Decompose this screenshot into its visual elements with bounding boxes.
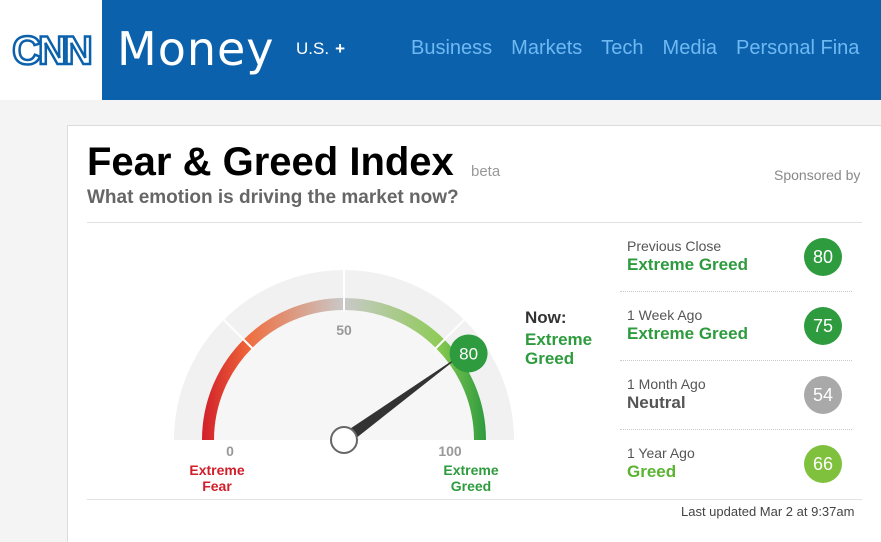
- cnn-logo: CNN: [11, 28, 94, 72]
- edition-selector[interactable]: U.S. +: [296, 39, 345, 59]
- history-sentiment: Extreme Greed: [627, 255, 748, 274]
- divider: [87, 499, 862, 500]
- fear-greed-gauge: 050100ExtremeFearExtremeGreed80: [174, 270, 514, 494]
- page-title: Fear & Greed Index: [87, 140, 454, 184]
- brand-money[interactable]: Money: [117, 22, 275, 76]
- caption-extreme-fear-1: Extreme: [189, 462, 244, 478]
- history-sentiment: Neutral: [627, 393, 686, 412]
- svg-text:CNN: CNN: [12, 29, 91, 72]
- site-header: CNN Money U.S. + Business Markets Tech Me…: [0, 0, 881, 100]
- history-label: 1 Week Ago: [627, 307, 703, 323]
- main-nav: Business Markets Tech Media Personal Fin…: [411, 36, 878, 60]
- tick-label-100: 100: [438, 443, 462, 459]
- nav-media[interactable]: Media: [663, 36, 717, 60]
- history-row: 1 Week Ago Extreme Greed 75: [620, 292, 852, 361]
- history-row: 1 Month Ago Neutral 54: [620, 361, 852, 430]
- history-label: 1 Month Ago: [627, 376, 706, 392]
- history-value-badge: 54: [804, 376, 842, 414]
- caption-extreme-greed-2: Greed: [451, 478, 491, 494]
- edition-plus-icon: +: [335, 39, 345, 58]
- last-updated: Last updated Mar 2 at 9:37am: [681, 504, 855, 519]
- history-sentiment: Greed: [627, 462, 677, 481]
- nav-markets[interactable]: Markets: [511, 36, 582, 60]
- caption-extreme-greed-1: Extreme: [443, 462, 498, 478]
- needle-hub: [330, 426, 358, 454]
- caption-extreme-fear-2: Fear: [202, 478, 232, 494]
- tick-label-0: 0: [226, 443, 234, 459]
- history-label: 1 Year Ago: [627, 445, 695, 461]
- history-value-badge: 75: [804, 307, 842, 345]
- beta-badge: beta: [471, 163, 501, 180]
- nav-business[interactable]: Business: [411, 36, 492, 60]
- nav-tech[interactable]: Tech: [601, 36, 643, 60]
- current-value: 80: [459, 344, 478, 363]
- history-label: Previous Close: [627, 238, 722, 254]
- history-value-badge: 66: [804, 445, 842, 483]
- history-row: 1 Year Ago Greed 66: [620, 430, 852, 499]
- history-sentiment: Extreme Greed: [627, 324, 748, 343]
- cnn-logo-box[interactable]: CNN: [0, 0, 102, 100]
- history-row: Previous Close Extreme Greed 80: [620, 223, 852, 292]
- now-sentiment: Extreme Greed: [525, 330, 593, 368]
- tick-label-50: 50: [336, 322, 352, 338]
- fear-greed-card: Fear & Greed Index beta Sponsored by Wha…: [67, 125, 881, 542]
- subtitle: What emotion is driving the market now?: [87, 187, 459, 208]
- sponsored-by: Sponsored by: [774, 167, 861, 183]
- nav-personal-finance[interactable]: Personal Fina: [736, 36, 859, 60]
- edition-label: U.S.: [296, 39, 330, 58]
- history-value-badge: 80: [804, 238, 842, 276]
- now-label: Now:: [525, 308, 567, 327]
